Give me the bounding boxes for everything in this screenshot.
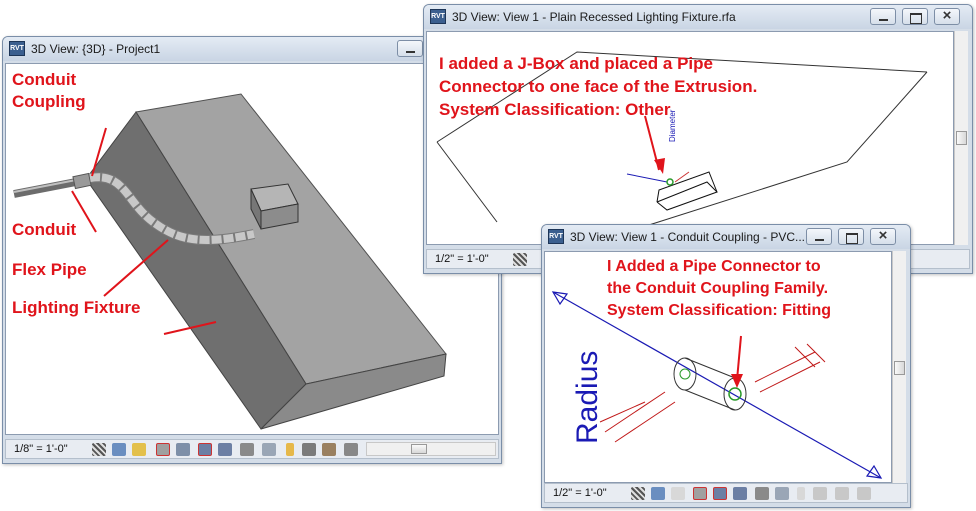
revit-app-icon: RVT [548,229,564,244]
sun-path-icon[interactable] [132,443,146,456]
radius-dimension-label: Radius [571,350,604,444]
conduit-pipe [13,178,77,198]
maximize-button[interactable] [838,228,864,245]
maximize-button[interactable] [902,8,928,25]
show-crop-icon[interactable] [218,443,232,456]
lighting-note-line1: I added a J-Box and placed a Pipe [439,54,713,73]
revit-app-icon: RVT [9,41,25,56]
close-button[interactable] [870,228,896,245]
titlebar[interactable]: RVT 3D View: View 1 - Conduit Coupling -… [542,225,910,249]
vertical-scroll-thumb[interactable] [894,361,905,375]
analytical-model-icon[interactable] [322,443,336,456]
crop-view-icon[interactable] [713,487,727,500]
highlight-displacement-icon[interactable] [857,487,871,500]
detail-level-icon[interactable] [92,443,106,456]
view-scale[interactable]: 1/2" = 1'-0" [553,487,607,499]
temporary-hide-icon[interactable] [775,487,789,500]
reveal-hidden-icon[interactable] [797,487,805,500]
label-lighting-fixture: Lighting Fixture [12,298,141,317]
view-control-bar: 1/8" = 1'-0" [5,439,499,459]
conduit-coupling [72,172,92,190]
horizontal-scroll-thumb[interactable] [411,444,427,454]
close-button[interactable] [934,8,960,25]
worksharing-icon[interactable] [813,487,827,500]
shadows-icon[interactable] [156,443,170,456]
lighting-note-line2: Connector to one face of the Extrusion. [439,77,758,96]
lock-view-icon[interactable] [755,487,769,500]
window-title: 3D View: {3D} - Project1 [31,42,161,56]
vertical-scrollbar[interactable] [892,251,906,483]
label-flex-pipe: Flex Pipe [12,260,87,279]
pipe-connector [728,387,742,401]
3d-viewport[interactable]: Radius I Added a Pipe Connector to the C… [544,251,892,483]
visual-style-icon[interactable] [112,443,126,456]
window-title: 3D View: View 1 - Plain Recessed Lightin… [452,10,736,24]
label-conduit: Conduit [12,220,77,239]
conduit-coupling-family-window: RVT 3D View: View 1 - Conduit Coupling -… [541,224,911,508]
label-conduit-coupling-line2: Coupling [12,92,86,111]
coupling-note-line1: I Added a Pipe Connector to [607,258,821,275]
show-crop-icon[interactable] [733,487,747,500]
titlebar[interactable]: RVT 3D View: View 1 - Plain Recessed Lig… [424,5,972,29]
view-control-bar: 1/2" = 1'-0" [544,483,908,503]
3d-viewport[interactable]: Diameter I added a J-Box and placed a Pi… [426,31,954,245]
vertical-scroll-thumb[interactable] [956,131,967,145]
coupling-end-left [673,357,697,391]
minimize-button[interactable] [870,8,896,25]
render-icon[interactable] [176,443,190,456]
revit-app-icon: RVT [430,9,446,24]
label-conduit-coupling-line1: Conduit [12,70,77,89]
vertical-scrollbar[interactable] [954,31,968,245]
lock-view-icon[interactable] [240,443,254,456]
view-scale[interactable]: 1/8" = 1'-0" [14,443,68,455]
window-title: 3D View: View 1 - Conduit Coupling - PVC… [570,230,806,244]
sun-path-icon[interactable] [671,487,685,500]
coupling-note-line3: System Classification: Fitting [607,302,832,319]
minimize-button[interactable] [397,40,423,57]
analytical-model-icon[interactable] [835,487,849,500]
view-scale[interactable]: 1/2" = 1'-0" [435,253,489,265]
minimize-button[interactable] [806,228,832,245]
shadows-icon[interactable] [693,487,707,500]
coupling-note-line2: the Conduit Coupling Family. [607,280,829,297]
crop-view-icon[interactable] [198,443,212,456]
highlight-displacement-icon[interactable] [344,443,358,456]
worksharing-icon[interactable] [302,443,316,456]
horizontal-scrollbar[interactable] [366,442,496,456]
visual-style-icon[interactable] [651,487,665,500]
detail-level-icon[interactable] [513,253,527,266]
pipe-connector [666,178,674,186]
reveal-hidden-icon[interactable] [286,443,294,456]
temporary-hide-icon[interactable] [262,443,276,456]
detail-level-icon[interactable] [631,487,645,500]
lighting-note-line3: System Classification: Other [439,100,671,119]
